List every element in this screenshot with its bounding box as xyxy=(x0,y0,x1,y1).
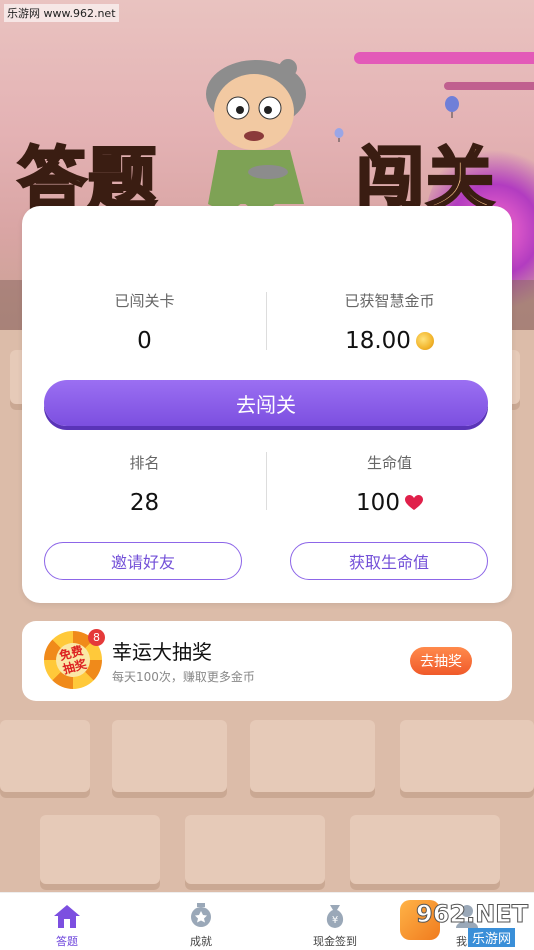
life-label: 生命值 xyxy=(366,454,412,472)
watermark-sub: 乐游网 xyxy=(468,928,516,947)
rank-stat: 排名 28 xyxy=(22,452,267,516)
lucky-draw-card[interactable]: 免费抽奖 8 幸运大抽奖 每天100次，赚取更多金币 去抽奖 xyxy=(22,621,512,701)
coins-value-text: 18.00 xyxy=(345,328,411,354)
heart-icon xyxy=(404,495,423,510)
watermark-brand: 962.NET xyxy=(415,900,529,929)
life-stat: 生命值 100 xyxy=(267,452,512,516)
wheel-label: 免费抽奖 xyxy=(52,639,94,681)
lottery-subtitle: 每天100次，赚取更多金币 xyxy=(112,670,255,684)
life-value: 100 xyxy=(267,490,512,516)
levels-value-text: 0 xyxy=(137,328,152,354)
lottery-title: 幸运大抽奖 xyxy=(112,640,212,664)
decor-stripe xyxy=(444,82,534,90)
balloon-icon xyxy=(445,96,459,118)
go-challenge-button[interactable]: 去闯关 xyxy=(44,380,488,426)
rank-value-text: 28 xyxy=(129,490,160,516)
go-lottery-button[interactable]: 去抽奖 xyxy=(410,647,472,675)
watermark-text: 乐游网 www.962.net xyxy=(4,4,119,22)
home-icon xyxy=(54,905,80,928)
quiz-stats-card: 已闯关卡 0 已获智慧金币 18.00 去闯关 排名 28 生命值 100 邀请… xyxy=(22,206,512,603)
coin-icon xyxy=(415,332,434,350)
levels-stat: 已闯关卡 0 xyxy=(22,290,267,354)
tab-cash-checkin[interactable]: ¥ 现金签到 xyxy=(268,893,402,950)
coins-label: 已获智慧金币 xyxy=(344,292,435,310)
tab-quiz[interactable]: 答题 xyxy=(0,893,134,950)
rank-label: 排名 xyxy=(129,454,160,472)
money-bag-icon: ¥ xyxy=(326,905,344,928)
rank-value: 28 xyxy=(22,490,267,516)
tab-label: 答题 xyxy=(56,935,78,948)
tab-label: 成就 xyxy=(190,935,212,948)
levels-label: 已闯关卡 xyxy=(114,292,175,310)
site-watermark-logo: 962.NET 乐游网 xyxy=(396,898,530,947)
coins-value: 18.00 xyxy=(267,328,512,354)
decor-stripe xyxy=(354,52,534,64)
svg-text:¥: ¥ xyxy=(332,915,338,926)
invite-friends-button[interactable]: 邀请好友 xyxy=(44,542,242,580)
life-value-text: 100 xyxy=(356,490,400,516)
levels-value: 0 xyxy=(22,328,267,354)
tab-achievement[interactable]: 成就 xyxy=(134,893,268,950)
medal-icon xyxy=(191,903,211,927)
tab-label: 现金签到 xyxy=(313,935,357,948)
lottery-count-badge: 8 xyxy=(88,629,105,646)
get-life-button[interactable]: 获取生命值 xyxy=(290,542,488,580)
coins-stat: 已获智慧金币 18.00 xyxy=(267,290,512,354)
